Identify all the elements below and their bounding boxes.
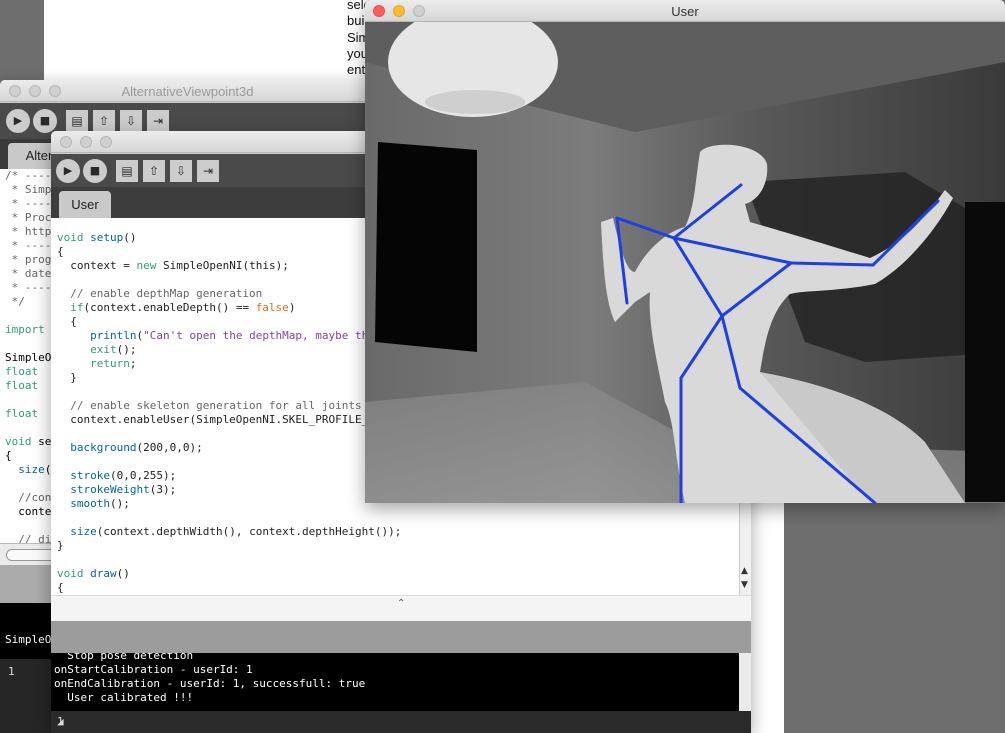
export-button[interactable]: ⇥ — [197, 160, 219, 182]
user-depth-window: User — [365, 0, 1005, 503]
console-scrollbar[interactable] — [739, 653, 751, 711]
skeleton-right-upper-arm — [789, 261, 875, 267]
console-line: onStartCalibration - userId: 1 — [54, 663, 253, 676]
code-line: } — [57, 539, 64, 552]
code-line: size(context.depthWidth(), context.depth… — [70, 525, 402, 538]
console-line: onEndCalibration - userId: 1, successful… — [54, 677, 366, 690]
editor-console-divider[interactable]: ⌃ — [51, 595, 751, 621]
open-button[interactable]: ⇧ — [143, 160, 165, 182]
window-title: AlternativeViewpoint3d — [121, 84, 254, 99]
console: Stop pose detection onStartCalibration - … — [51, 653, 739, 711]
titlebar: AlternativeViewpoint3d — [0, 80, 375, 102]
save-button[interactable]: ⇩ — [170, 160, 192, 182]
resize-grip-icon[interactable]: ◢ — [57, 715, 749, 731]
run-button[interactable]: ▶ — [6, 109, 30, 133]
console-line: User calibrated !!! — [54, 691, 194, 704]
scroll-down-icon[interactable]: ▼ — [741, 580, 748, 590]
stop-button[interactable]: ■ — [33, 109, 57, 133]
code-line: { — [57, 581, 64, 594]
tab-user[interactable]: User — [59, 191, 111, 218]
collapse-icon[interactable]: ⌃ — [397, 598, 405, 609]
console-line: Stop pose detection — [54, 653, 194, 662]
save-button[interactable]: ⇩ — [120, 110, 142, 132]
new-button[interactable]: ▤ — [66, 110, 88, 132]
export-button[interactable]: ⇥ — [147, 110, 169, 132]
scroll-up-icon[interactable]: ▲ — [741, 566, 748, 576]
lamp-shade — [425, 90, 525, 114]
stop-button[interactable]: ■ — [83, 159, 107, 183]
run-button[interactable]: ▶ — [56, 159, 80, 183]
depth-map-canvas — [365, 22, 1005, 503]
open-button[interactable]: ⇧ — [93, 110, 115, 132]
line-number: 1 — [8, 665, 15, 678]
window-title: User — [671, 4, 699, 19]
status-bar — [51, 621, 751, 653]
right-edge-shadow — [965, 202, 1005, 502]
footer-bar: 1 ◢ — [51, 711, 751, 733]
new-button[interactable]: ▤ — [116, 160, 138, 182]
code-line: void draw() — [57, 567, 130, 580]
titlebar: User — [365, 0, 1005, 22]
doorway-shadow — [375, 142, 477, 352]
